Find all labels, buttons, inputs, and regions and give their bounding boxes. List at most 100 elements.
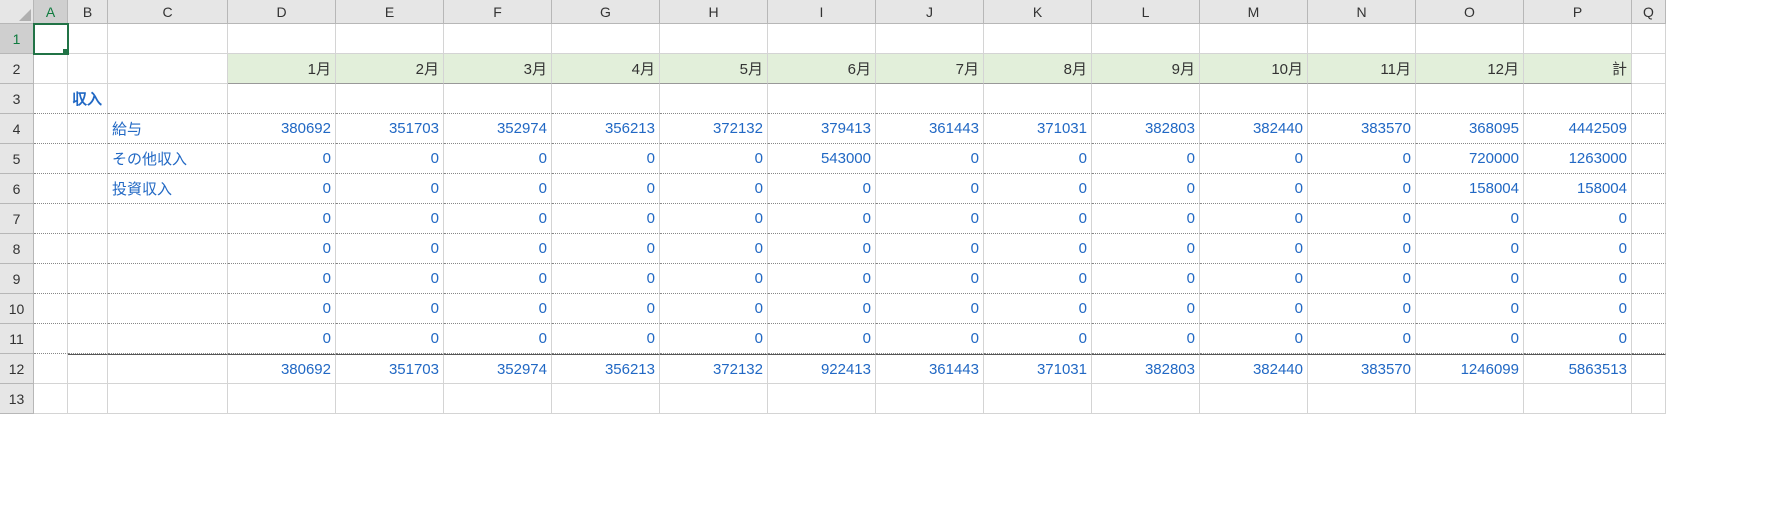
- cell-K1[interactable]: [984, 24, 1092, 54]
- cell-G9[interactable]: 0: [552, 264, 660, 294]
- cell-J6[interactable]: 0: [876, 174, 984, 204]
- cell-C11[interactable]: [108, 324, 228, 354]
- cell-H1[interactable]: [660, 24, 768, 54]
- col-header-I[interactable]: I: [768, 0, 876, 24]
- cell-G11[interactable]: 0: [552, 324, 660, 354]
- cell-J5[interactable]: 0: [876, 144, 984, 174]
- cell-C13[interactable]: [108, 384, 228, 414]
- cell-G5[interactable]: 0: [552, 144, 660, 174]
- cell-F9[interactable]: 0: [444, 264, 552, 294]
- col-header-M[interactable]: M: [1200, 0, 1308, 24]
- col-header-E[interactable]: E: [336, 0, 444, 24]
- cell-L12[interactable]: 382803: [1092, 354, 1200, 384]
- cell-H6[interactable]: 0: [660, 174, 768, 204]
- cell-F3[interactable]: [444, 84, 552, 114]
- cell-H9[interactable]: 0: [660, 264, 768, 294]
- row-header-6[interactable]: 6: [0, 174, 34, 204]
- cell-N4[interactable]: 383570: [1308, 114, 1416, 144]
- cell-K8[interactable]: 0: [984, 234, 1092, 264]
- col-header-C[interactable]: C: [108, 0, 228, 24]
- row-header-1[interactable]: 1: [0, 24, 34, 54]
- cell-N9[interactable]: 0: [1308, 264, 1416, 294]
- col-header-Q[interactable]: Q: [1632, 0, 1666, 24]
- cell-L11[interactable]: 0: [1092, 324, 1200, 354]
- cell-A11[interactable]: [34, 324, 68, 354]
- cell-J12[interactable]: 361443: [876, 354, 984, 384]
- cell-L6[interactable]: 0: [1092, 174, 1200, 204]
- cell-L3[interactable]: [1092, 84, 1200, 114]
- col-header-D[interactable]: D: [228, 0, 336, 24]
- cell-N10[interactable]: 0: [1308, 294, 1416, 324]
- cell-N7[interactable]: 0: [1308, 204, 1416, 234]
- cell-H5[interactable]: 0: [660, 144, 768, 174]
- cell-F1[interactable]: [444, 24, 552, 54]
- cell-A7[interactable]: [34, 204, 68, 234]
- cell-A5[interactable]: [34, 144, 68, 174]
- cell-I12[interactable]: 922413: [768, 354, 876, 384]
- cell-C2[interactable]: [108, 54, 228, 84]
- cell-C5[interactable]: その他収入: [108, 144, 228, 174]
- cell-I6[interactable]: 0: [768, 174, 876, 204]
- cell-B5[interactable]: [68, 144, 108, 174]
- cell-B3[interactable]: 収入: [68, 84, 108, 114]
- cell-E6[interactable]: 0: [336, 174, 444, 204]
- cell-F13[interactable]: [444, 384, 552, 414]
- cell-B13[interactable]: [68, 384, 108, 414]
- cell-M7[interactable]: 0: [1200, 204, 1308, 234]
- cell-L10[interactable]: 0: [1092, 294, 1200, 324]
- cell-M9[interactable]: 0: [1200, 264, 1308, 294]
- cell-G4[interactable]: 356213: [552, 114, 660, 144]
- cell-E11[interactable]: 0: [336, 324, 444, 354]
- cell-M3[interactable]: [1200, 84, 1308, 114]
- cell-Q9[interactable]: [1632, 264, 1666, 294]
- cell-B8[interactable]: [68, 234, 108, 264]
- cell-F4[interactable]: 352974: [444, 114, 552, 144]
- cell-K10[interactable]: 0: [984, 294, 1092, 324]
- cell-P2[interactable]: 計: [1524, 54, 1632, 84]
- cell-C10[interactable]: [108, 294, 228, 324]
- cell-D5[interactable]: 0: [228, 144, 336, 174]
- cell-J13[interactable]: [876, 384, 984, 414]
- col-header-A[interactable]: A: [34, 0, 68, 24]
- cell-B11[interactable]: [68, 324, 108, 354]
- cell-K7[interactable]: 0: [984, 204, 1092, 234]
- cell-B12[interactable]: [68, 354, 108, 384]
- cell-P3[interactable]: [1524, 84, 1632, 114]
- cell-A13[interactable]: [34, 384, 68, 414]
- cell-G12[interactable]: 356213: [552, 354, 660, 384]
- cell-G10[interactable]: 0: [552, 294, 660, 324]
- cell-N11[interactable]: 0: [1308, 324, 1416, 354]
- cell-A3[interactable]: [34, 84, 68, 114]
- col-header-H[interactable]: H: [660, 0, 768, 24]
- cell-D6[interactable]: 0: [228, 174, 336, 204]
- cell-F6[interactable]: 0: [444, 174, 552, 204]
- cell-L1[interactable]: [1092, 24, 1200, 54]
- cell-C12[interactable]: [108, 354, 228, 384]
- col-header-K[interactable]: K: [984, 0, 1092, 24]
- cell-E8[interactable]: 0: [336, 234, 444, 264]
- cell-K3[interactable]: [984, 84, 1092, 114]
- cell-M6[interactable]: 0: [1200, 174, 1308, 204]
- cell-P12[interactable]: 5863513: [1524, 354, 1632, 384]
- cell-O3[interactable]: [1416, 84, 1524, 114]
- cell-M12[interactable]: 382440: [1200, 354, 1308, 384]
- cell-O8[interactable]: 0: [1416, 234, 1524, 264]
- cell-I7[interactable]: 0: [768, 204, 876, 234]
- select-all-corner[interactable]: [0, 0, 34, 24]
- cell-M5[interactable]: 0: [1200, 144, 1308, 174]
- cell-Q13[interactable]: [1632, 384, 1666, 414]
- cell-O4[interactable]: 368095: [1416, 114, 1524, 144]
- cell-G7[interactable]: 0: [552, 204, 660, 234]
- row-header-5[interactable]: 5: [0, 144, 34, 174]
- cell-Q5[interactable]: [1632, 144, 1666, 174]
- cell-K9[interactable]: 0: [984, 264, 1092, 294]
- cell-B10[interactable]: [68, 294, 108, 324]
- cell-G2[interactable]: 4月: [552, 54, 660, 84]
- cell-D2[interactable]: 1月: [228, 54, 336, 84]
- col-header-G[interactable]: G: [552, 0, 660, 24]
- col-header-L[interactable]: L: [1092, 0, 1200, 24]
- cell-J7[interactable]: 0: [876, 204, 984, 234]
- cell-J1[interactable]: [876, 24, 984, 54]
- cell-D3[interactable]: [228, 84, 336, 114]
- cell-E2[interactable]: 2月: [336, 54, 444, 84]
